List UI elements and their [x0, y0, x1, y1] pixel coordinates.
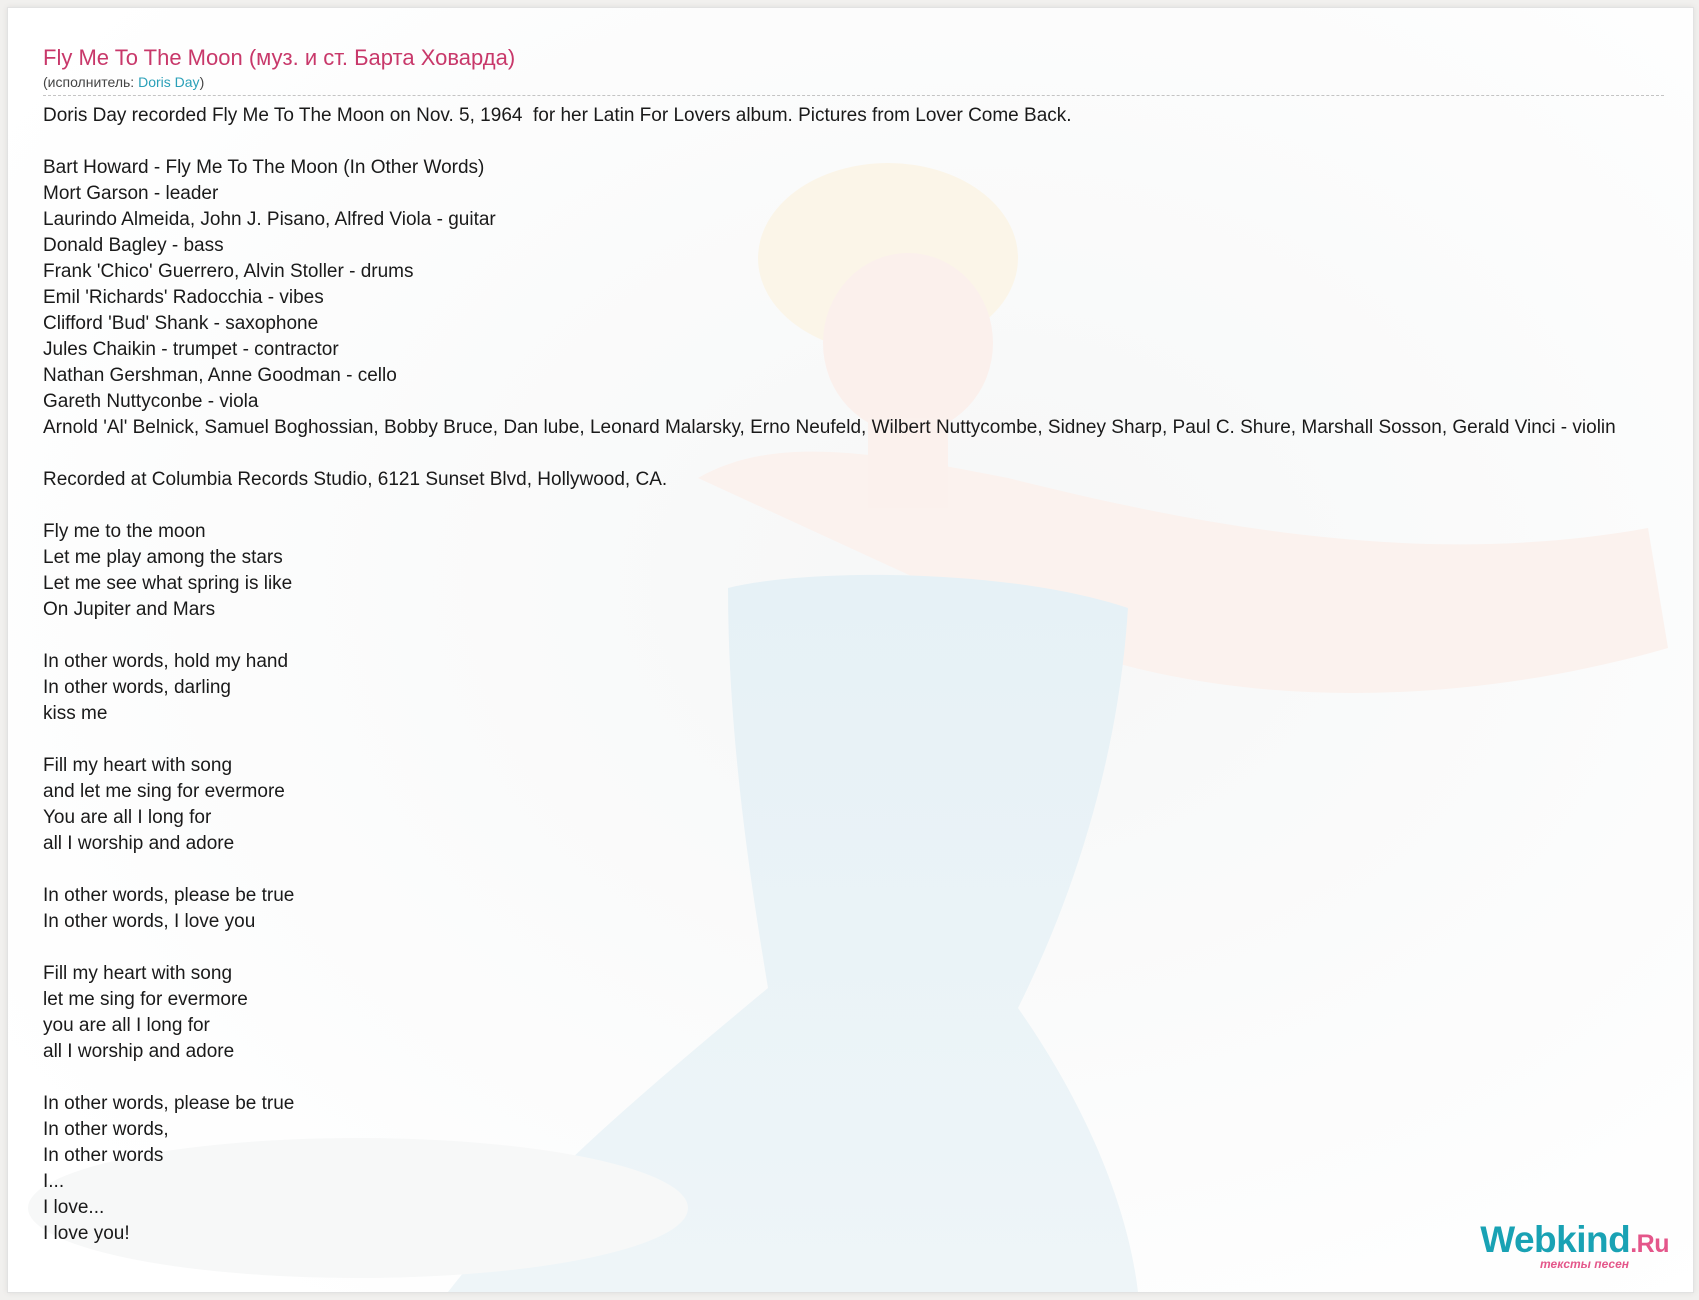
performer-link[interactable]: Doris Day	[138, 74, 199, 90]
lyrics-content: Fly Me To The Moon (муз. и ст. Барта Хов…	[43, 44, 1664, 1247]
site-logo[interactable]: Webkind.Ru тексты песен	[1480, 1219, 1669, 1272]
performer-suffix: )	[199, 74, 205, 90]
performer-prefix: (исполнитель:	[43, 74, 139, 90]
lyrics-text: Doris Day recorded Fly Me To The Moon on…	[43, 105, 1616, 1244]
song-title: Fly Me To The Moon (муз. и ст. Барта Хов…	[43, 45, 516, 70]
lyrics-page-card: Fly Me To The Moon (муз. и ст. Барта Хов…	[7, 7, 1694, 1293]
logo-tld: .Ru	[1630, 1230, 1669, 1258]
performer-line: (исполнитель: Doris Day)	[43, 73, 1663, 91]
logo-main-text: Webkind	[1480, 1219, 1631, 1260]
title-divider	[43, 95, 1664, 96]
